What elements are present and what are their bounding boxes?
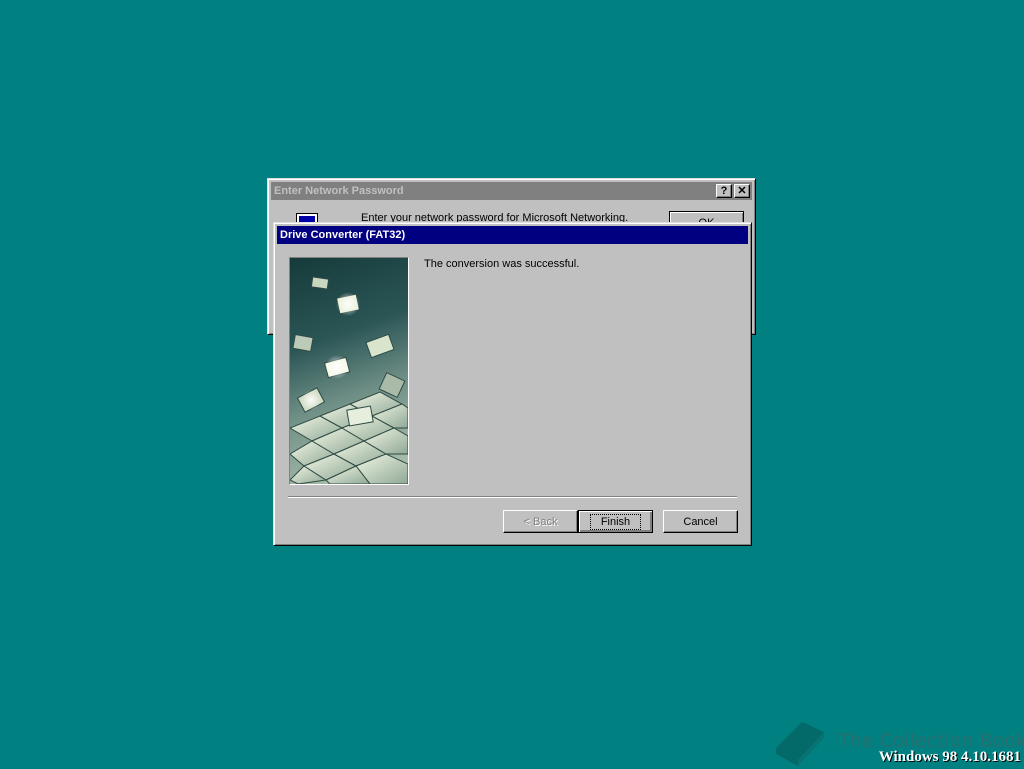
drive-converter-titlebar[interactable]: Drive Converter (FAT32) [277, 226, 748, 244]
network-password-titlebar[interactable]: Enter Network Password ? ✕ [271, 182, 752, 200]
close-button[interactable]: ✕ [734, 184, 750, 198]
drive-converter-title: Drive Converter (FAT32) [280, 229, 406, 241]
finish-label: Finish [589, 513, 642, 530]
drive-converter-window[interactable]: Drive Converter (FAT32) The conversion w… [273, 222, 752, 546]
back-button[interactable]: < Back [503, 510, 578, 533]
network-password-title: Enter Network Password [274, 185, 404, 197]
help-button[interactable]: ? [716, 184, 732, 198]
cancel-button[interactable]: Cancel [663, 510, 738, 533]
conversion-message: The conversion was successful. [424, 258, 580, 270]
wizard-tiles-graphic [289, 257, 409, 485]
finish-button[interactable]: Finish [578, 510, 653, 533]
book-logo-icon [772, 718, 828, 769]
button-separator [288, 496, 737, 498]
os-version-text: Windows 98 4.10.1681 [878, 749, 1021, 765]
